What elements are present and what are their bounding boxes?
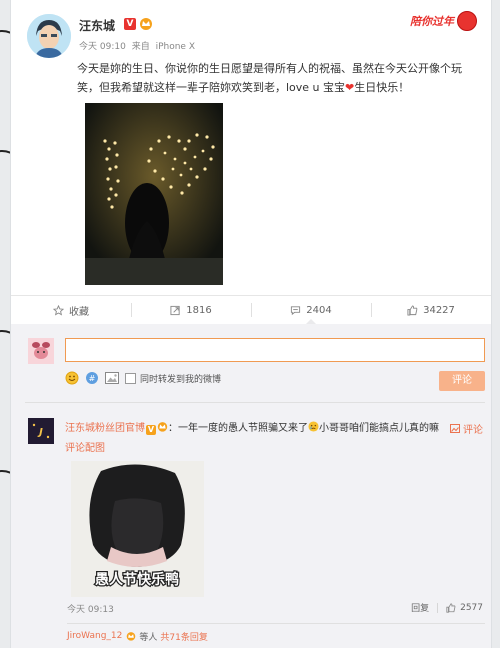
topic-button[interactable]: #: [85, 371, 99, 385]
comment-image[interactable]: 愚人节快乐鸭: [71, 461, 204, 597]
divider: [25, 402, 485, 403]
image-button[interactable]: [105, 372, 119, 384]
view-all-replies-link[interactable]: 共71条回复: [160, 630, 207, 643]
comment-count: 2404: [306, 304, 332, 316]
comment-button[interactable]: 2404: [251, 296, 371, 325]
subreply-suffix: 等人: [139, 632, 158, 643]
repost-icon: [170, 305, 180, 315]
comment-text: 汪东城粉丝团官博 V ：一年一度的愚人节照骗又来了 小哥哥咱们能搞点儿真的嘛: [65, 421, 485, 436]
crown-icon: [157, 422, 168, 432]
favorite-label: 收藏: [69, 306, 89, 318]
like-button[interactable]: 34227: [371, 296, 491, 324]
comment-like-count: 2577: [460, 602, 483, 613]
crown-icon: [127, 632, 136, 641]
current-user-avatar[interactable]: [28, 338, 54, 364]
repost-count: 1816: [186, 304, 212, 316]
comment-text-part2: 小哥哥咱们能搞点儿真的嘛: [319, 423, 439, 434]
heart-icon: ❤: [345, 81, 355, 94]
author-name[interactable]: 汪东城: [79, 17, 115, 34]
image-icon: [450, 424, 460, 433]
source-prefix: 来自: [131, 42, 150, 52]
repost-checkbox[interactable]: [125, 372, 136, 384]
weibo-post-card: 汪东城 V 陪你过年 今天 09:10 来自 iPhone X 今天是妳的生日、…: [10, 0, 492, 648]
promo-text: 陪你过年: [410, 15, 454, 28]
emoji-button[interactable]: [65, 371, 79, 385]
star-icon: [53, 304, 64, 316]
comment-image-caption: 愚人节快乐鸭: [95, 571, 179, 588]
comment-icon: [291, 305, 301, 315]
divider: [437, 602, 439, 613]
commenter-name[interactable]: 汪东城粉丝团官博: [65, 423, 145, 434]
post-source[interactable]: iPhone X: [156, 42, 195, 52]
like-count: 34227: [423, 304, 455, 316]
comment-colon: ：: [168, 423, 178, 434]
reply-button[interactable]: 回复: [411, 601, 429, 614]
comment-image-link-label[interactable]: 评论配图: [65, 439, 105, 454]
comment-text-part1: 一年一度的愚人节照骗又来了: [178, 423, 308, 434]
lantern-icon: [457, 11, 477, 31]
thumbs-up-icon: [407, 304, 418, 316]
verified-badge-icon: V: [124, 18, 136, 30]
crying-emoji-icon: [308, 421, 319, 432]
favorite-button[interactable]: 收藏: [11, 296, 131, 324]
image-icon: [105, 372, 119, 384]
crown-icon: [140, 18, 152, 30]
comment-actions: 回复 2577: [411, 601, 483, 614]
comment-like-button[interactable]: 2577: [446, 603, 483, 613]
post-text: 今天是妳的生日、你说你的生日愿望是得所有人的祝福、虽然在今天公开像个玩笑，但我希…: [77, 59, 472, 97]
new-year-promo[interactable]: 陪你过年: [410, 10, 477, 32]
post-action-bar: 收藏 1816 2404 34227: [11, 295, 491, 325]
post-photo[interactable]: [85, 103, 223, 285]
thumbs-up-icon: [446, 602, 456, 613]
comment-section: # 同时转发到我的微博 评论 J 汪东城粉丝团官博 V ：一年一度的愚人节照骗又来了…: [11, 324, 491, 648]
post-time[interactable]: 今天 09:10: [79, 42, 126, 52]
comment-link-label: 评论: [463, 425, 483, 436]
verified-badge-icon: V: [146, 425, 156, 435]
composer-tools: # 同时转发到我的微博: [65, 370, 221, 386]
topic-icon: #: [86, 372, 98, 384]
comment-input[interactable]: [65, 338, 485, 362]
post-meta: 今天 09:10 来自 iPhone X: [79, 39, 198, 52]
submit-comment-button[interactable]: 评论: [439, 371, 485, 391]
comment-time: 今天 09:13: [67, 605, 114, 615]
commenter-avatar[interactable]: J: [28, 418, 54, 444]
post-text-part2: 生日快乐！: [354, 81, 410, 94]
emoji-icon: [65, 371, 79, 385]
svg-text:#: #: [89, 374, 96, 383]
repost-checkbox-label: 同时转发到我的微博: [140, 374, 222, 385]
author-avatar[interactable]: [27, 14, 71, 58]
sub-replies-summary: JiroWang_12 等人 共71条回复: [67, 623, 485, 648]
repost-button[interactable]: 1816: [131, 296, 251, 324]
comment-image-link[interactable]: 评论: [450, 421, 483, 436]
subreply-author[interactable]: JiroWang_12: [67, 631, 122, 641]
